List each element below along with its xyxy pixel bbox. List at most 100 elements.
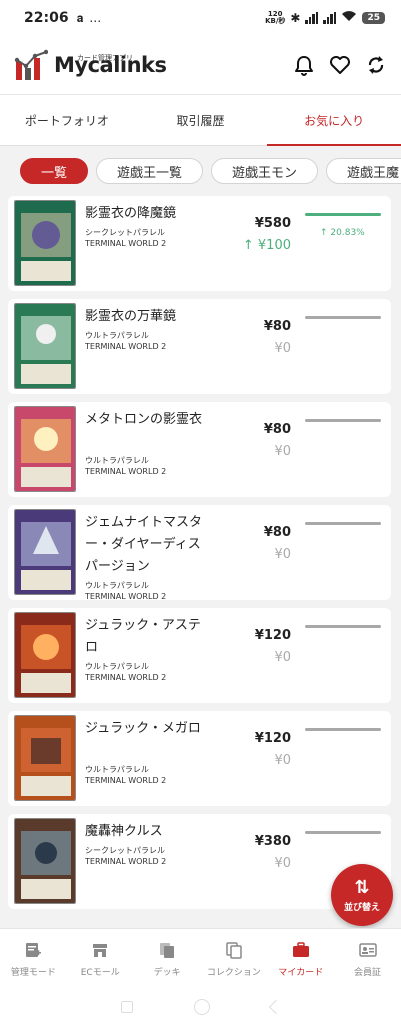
card-price: ¥120 (254, 731, 291, 746)
logo-mark-icon (14, 48, 49, 82)
management-icon (24, 941, 42, 959)
card-set: TERMINAL WORLD 2 (85, 592, 167, 601)
card-rarity: ウルトラパラレル (85, 765, 149, 774)
notification-icons: 𝐚 … (77, 11, 103, 26)
tab-portfolio[interactable]: ポートフォリオ (0, 95, 134, 145)
price-trend-bar (305, 316, 381, 319)
list-item[interactable]: メタトロンの影霊衣 ウルトラパラレル TERMINAL WORLD 2 ¥80 … (8, 402, 391, 497)
logo-subtitle: カード管理アプリ (77, 54, 133, 62)
list-item[interactable]: ジュラック・アステロ ウルトラパラレル TERMINAL WORLD 2 ¥12… (8, 608, 391, 703)
sync-icon[interactable] (365, 54, 387, 76)
card-name: 魔轟神クルス (85, 824, 163, 839)
list-item[interactable]: ジェムナイトマスター・ダイヤーディスパージョン ウルトラパラレル TERMINA… (8, 505, 391, 601)
price-trend-bar (305, 831, 381, 834)
back-icon[interactable] (268, 999, 283, 1015)
nav-my-card[interactable]: マイカード (267, 929, 334, 990)
nav-label: デッキ (153, 968, 181, 978)
card-price-change: ¥0 (274, 547, 291, 562)
price-trend-bar (305, 728, 381, 731)
status-bar: 22:06 𝐚 … 120 KB/秒 ✱ 25 (0, 0, 401, 36)
card-thumbnail (14, 509, 76, 595)
card-set: TERMINAL WORLD 2 (85, 857, 167, 866)
sort-arrows-icon: ⇅ (354, 876, 370, 898)
status-time: 22:06 (24, 10, 69, 26)
card-rarity: シークレットパラレル (85, 846, 165, 855)
nav-label: 会員証 (354, 968, 382, 978)
card-price-change: ¥0 (274, 856, 291, 871)
sort-label: 並び替え (343, 902, 380, 913)
nav-management-mode[interactable]: 管理モード (0, 929, 67, 990)
bell-icon[interactable] (293, 54, 315, 76)
net-speed: 120 KB/秒 (265, 10, 286, 25)
header-actions (293, 54, 387, 76)
nav-ec-mall[interactable]: ECモール (67, 929, 134, 990)
list-item[interactable]: 影霊衣の万華鏡 ウルトラパラレル TERMINAL WORLD 2 ¥80 ¥0 (8, 299, 391, 394)
heart-icon[interactable] (329, 54, 351, 76)
chip-all[interactable]: 一覧 (20, 158, 89, 184)
card-price-change: ¥0 (274, 341, 291, 356)
chip-yugioh-monster[interactable]: 遊戯王モン (211, 158, 319, 184)
nav-collection[interactable]: コレクション (200, 929, 267, 990)
card-rarity: ウルトラパラレル (85, 581, 149, 590)
sort-button[interactable]: ⇅ 並び替え (331, 864, 393, 926)
chip-yugioh-magic[interactable]: 遊戯王魔 (326, 158, 401, 184)
card-set: TERMINAL WORLD 2 (85, 776, 167, 785)
list-item[interactable]: 影霊衣の降魔鏡 シークレットパラレル TERMINAL WORLD 2 ¥580… (8, 196, 391, 291)
card-price: ¥80 (263, 319, 291, 334)
app-logo: カード管理アプリ Mycalinks (14, 48, 167, 82)
card-thumbnail (14, 715, 76, 801)
nav-deck[interactable]: デッキ (134, 929, 201, 990)
card-thumbnail (14, 612, 76, 698)
card-thumbnail (14, 200, 76, 286)
deck-icon (158, 941, 176, 959)
card-price-change: ¥0 (274, 444, 291, 459)
collection-icon (225, 941, 243, 959)
card-rarity: ウルトラパラレル (85, 662, 149, 671)
card-rarity: シークレットパラレル (85, 228, 165, 237)
card-price: ¥120 (254, 628, 291, 643)
member-card-icon (358, 941, 377, 959)
tab-history[interactable]: 取引履歴 (134, 95, 268, 145)
main-tabs: ポートフォリオ 取引履歴 お気に入り (0, 94, 401, 146)
card-change-percent: ↑ 20.83% (320, 228, 365, 238)
nav-label: コレクション (206, 968, 261, 978)
briefcase-icon (292, 941, 310, 959)
card-price: ¥380 (254, 834, 291, 849)
card-set: TERMINAL WORLD 2 (85, 467, 167, 476)
nav-label: ECモール (80, 968, 120, 978)
card-price: ¥80 (263, 422, 291, 437)
card-set: TERMINAL WORLD 2 (85, 239, 167, 248)
bottom-navigation: 管理モード ECモール デッキ コレクション マイカード 会員証 (0, 928, 401, 990)
card-price-change: ↑ ¥100 (242, 238, 291, 253)
nav-label: 管理モード (10, 968, 56, 978)
card-price: ¥580 (254, 216, 291, 231)
card-name: 影霊衣の降魔鏡 (85, 206, 177, 221)
system-navigation-bar (0, 990, 401, 1024)
recents-icon[interactable] (120, 1001, 133, 1013)
tab-favorites[interactable]: お気に入り (267, 95, 401, 146)
card-thumbnail (14, 818, 76, 904)
list-item[interactable]: ジュラック・メガロ ウルトラパラレル TERMINAL WORLD 2 ¥120… (8, 711, 391, 806)
home-icon[interactable] (193, 999, 210, 1015)
card-set: TERMINAL WORLD 2 (85, 673, 167, 682)
card-set: TERMINAL WORLD 2 (85, 342, 167, 351)
price-trend-bar (305, 625, 381, 628)
more-notifications-icon: … (89, 10, 103, 25)
bluetooth-icon: ✱ (290, 11, 301, 25)
nav-label: マイカード (278, 968, 324, 978)
card-price: ¥80 (263, 525, 291, 540)
card-name: ジュラック・アステロ (85, 618, 201, 655)
card-rarity: ウルトラパラレル (85, 456, 149, 465)
card-price-change: ¥0 (274, 650, 291, 665)
price-trend-bar (305, 419, 381, 422)
app-header: カード管理アプリ Mycalinks (0, 36, 401, 94)
nav-member-card[interactable]: 会員証 (334, 929, 401, 990)
card-name: メタトロンの影霊衣 (85, 412, 203, 427)
store-icon (91, 941, 109, 959)
chip-yugioh-all[interactable]: 遊戯王一覧 (96, 158, 204, 184)
status-right: 120 KB/秒 ✱ 25 (265, 10, 385, 26)
battery-icon: 25 (362, 12, 385, 24)
signal-2-icon (323, 12, 337, 24)
wifi-icon (341, 10, 357, 26)
card-name: 影霊衣の万華鏡 (85, 309, 177, 324)
